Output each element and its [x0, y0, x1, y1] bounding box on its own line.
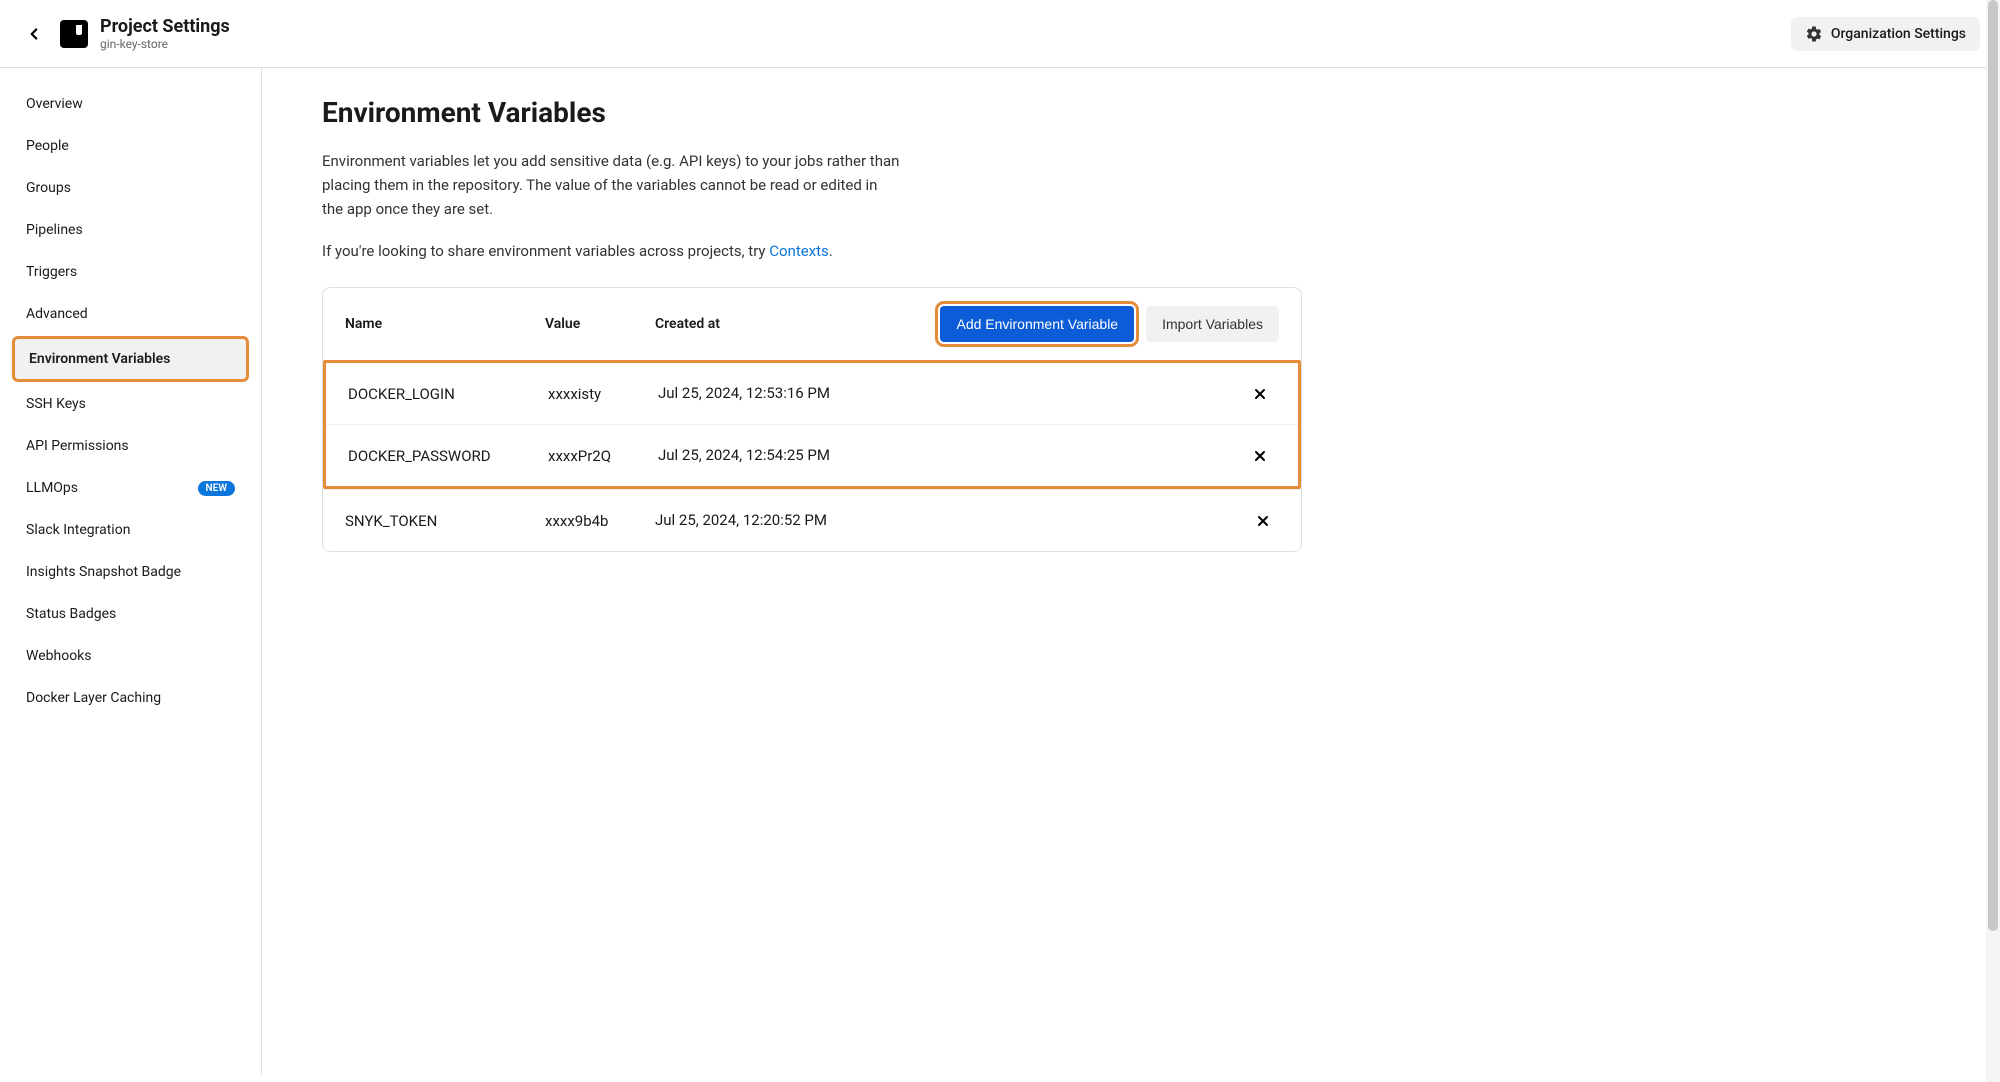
sidebar-item-label: LLMOps — [26, 480, 78, 496]
gear-icon — [1805, 25, 1823, 43]
col-header-created: Created at — [655, 316, 835, 332]
sidebar-item-ssh-keys[interactable]: SSH Keys — [12, 384, 249, 424]
sidebar-item-llmops[interactable]: LLMOps NEW — [12, 468, 249, 508]
organization-settings-button[interactable]: Organization Settings — [1791, 17, 1980, 51]
chevron-left-icon — [25, 25, 43, 43]
sidebar-item-environment-variables[interactable]: Environment Variables — [12, 336, 249, 382]
sidebar-item-label: People — [26, 138, 69, 154]
sidebar-item-label: Webhooks — [26, 648, 92, 664]
cell-value: xxxx9b4b — [545, 512, 655, 530]
col-header-name: Name — [345, 316, 545, 332]
table-row: SNYK_TOKENxxxx9b4bJul 25, 2024, 12:20:52… — [323, 489, 1301, 551]
sidebar-item-label: Docker Layer Caching — [26, 690, 161, 706]
sidebar-item-label: SSH Keys — [26, 396, 86, 412]
sidebar-item-groups[interactable]: Groups — [12, 168, 249, 208]
header: Project Settings gin-key-store Organizat… — [0, 0, 2000, 68]
highlighted-rows: DOCKER_LOGINxxxxistyJul 25, 2024, 12:53:… — [323, 360, 1301, 489]
project-icon — [60, 20, 88, 48]
description-text: Environment variables let you add sensit… — [322, 149, 902, 221]
scrollbar-track[interactable] — [1986, 0, 2000, 1082]
sidebar-item-label: Groups — [26, 180, 71, 196]
cell-name: DOCKER_LOGIN — [348, 385, 548, 403]
add-env-var-button[interactable]: Add Environment Variable — [940, 306, 1134, 342]
scrollbar-thumb[interactable] — [1988, 0, 1998, 931]
header-title-group: Project Settings gin-key-store — [100, 16, 230, 51]
env-vars-table: Name Value Created at Add Environment Va… — [322, 287, 1302, 552]
contexts-link[interactable]: Contexts — [769, 242, 829, 260]
sidebar-item-label: Insights Snapshot Badge — [26, 564, 181, 580]
sidebar-item-docker-layer-caching[interactable]: Docker Layer Caching — [12, 678, 249, 718]
sidebar-item-label: Advanced — [26, 306, 88, 322]
sidebar-item-insights-snapshot-badge[interactable]: Insights Snapshot Badge — [12, 552, 249, 592]
col-header-value: Value — [545, 316, 655, 332]
sidebar-item-label: API Permissions — [26, 438, 129, 454]
import-vars-button[interactable]: Import Variables — [1146, 306, 1279, 342]
sidebar-item-advanced[interactable]: Advanced — [12, 294, 249, 334]
delete-button[interactable] — [1250, 384, 1270, 404]
sidebar-item-triggers[interactable]: Triggers — [12, 252, 249, 292]
table-row: DOCKER_LOGINxxxxistyJul 25, 2024, 12:53:… — [326, 363, 1298, 424]
delete-button[interactable] — [1250, 446, 1270, 466]
sidebar-item-status-badges[interactable]: Status Badges — [12, 594, 249, 634]
cell-actions — [1253, 511, 1279, 531]
main-content: Environment Variables Environment variab… — [262, 68, 1362, 1075]
organization-settings-label: Organization Settings — [1831, 26, 1966, 42]
delete-button[interactable] — [1253, 511, 1273, 531]
sidebar-item-api-permissions[interactable]: API Permissions — [12, 426, 249, 466]
close-icon — [1252, 448, 1268, 464]
table-header: Name Value Created at Add Environment Va… — [323, 288, 1301, 360]
close-icon — [1255, 513, 1271, 529]
sidebar-item-label: Environment Variables — [29, 351, 170, 367]
description-prefix: If you're looking to share environment v… — [322, 242, 769, 260]
sidebar: Overview People Groups Pipelines Triggers Adv… — [0, 68, 262, 1075]
cell-actions — [1250, 446, 1276, 466]
page-title: Project Settings — [100, 16, 230, 37]
table-row: DOCKER_PASSWORDxxxxPr2QJul 25, 2024, 12:… — [326, 424, 1298, 486]
sidebar-item-slack-integration[interactable]: Slack Integration — [12, 510, 249, 550]
sidebar-item-label: Pipelines — [26, 222, 83, 238]
description-suffix: . — [829, 242, 833, 260]
close-icon — [1252, 386, 1268, 402]
page-heading: Environment Variables — [322, 96, 1302, 129]
cell-created: Jul 25, 2024, 12:54:25 PM — [658, 445, 838, 466]
sidebar-item-label: Slack Integration — [26, 522, 130, 538]
new-badge: NEW — [198, 481, 236, 496]
back-button[interactable] — [20, 20, 48, 48]
cell-created: Jul 25, 2024, 12:53:16 PM — [658, 383, 838, 404]
cell-name: DOCKER_PASSWORD — [348, 447, 548, 465]
sidebar-item-pipelines[interactable]: Pipelines — [12, 210, 249, 250]
cell-name: SNYK_TOKEN — [345, 512, 545, 530]
sidebar-item-webhooks[interactable]: Webhooks — [12, 636, 249, 676]
sidebar-item-overview[interactable]: Overview — [12, 84, 249, 124]
page-body: Overview People Groups Pipelines Triggers Adv… — [0, 68, 2000, 1075]
sidebar-item-label: Overview — [26, 96, 83, 112]
cell-created: Jul 25, 2024, 12:20:52 PM — [655, 510, 835, 531]
cell-actions — [1250, 384, 1276, 404]
cell-value: xxxxisty — [548, 385, 658, 403]
table-actions: Add Environment Variable Import Variable… — [940, 306, 1279, 342]
sidebar-item-people[interactable]: People — [12, 126, 249, 166]
description-contexts: If you're looking to share environment v… — [322, 239, 902, 263]
sidebar-item-label: Triggers — [26, 264, 77, 280]
project-name: gin-key-store — [100, 37, 230, 51]
header-left: Project Settings gin-key-store — [20, 16, 230, 51]
sidebar-item-label: Status Badges — [26, 606, 116, 622]
cell-value: xxxxPr2Q — [548, 447, 658, 465]
